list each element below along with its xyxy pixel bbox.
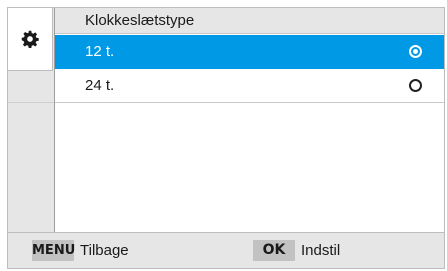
ok-key[interactable]: OK — [253, 240, 295, 261]
settings-tab[interactable] — [8, 8, 53, 71]
option-label: 24 t. — [85, 77, 115, 94]
option-24h[interactable]: 24 t. — [55, 69, 444, 103]
option-12h[interactable]: 12 t. — [55, 35, 444, 69]
set-label: Indstil — [301, 242, 341, 259]
gear-icon — [21, 30, 39, 48]
menu-key[interactable]: MENU — [32, 240, 75, 261]
sidebar-divider — [8, 102, 54, 103]
menu-title: Klokkeslætstype — [55, 8, 444, 34]
settings-sidebar — [8, 8, 55, 232]
radio-selected-icon — [409, 45, 422, 58]
footer-bar: MENU Tilbage OK Indstil — [8, 232, 444, 268]
camera-menu-screen: Klokkeslætstype 12 t. 24 t. MENU Tilbage… — [7, 7, 445, 269]
back-label: Tilbage — [80, 242, 129, 259]
radio-unselected-icon — [409, 79, 422, 92]
options-panel: Klokkeslætstype 12 t. 24 t. — [55, 8, 444, 232]
option-label: 12 t. — [85, 43, 115, 60]
